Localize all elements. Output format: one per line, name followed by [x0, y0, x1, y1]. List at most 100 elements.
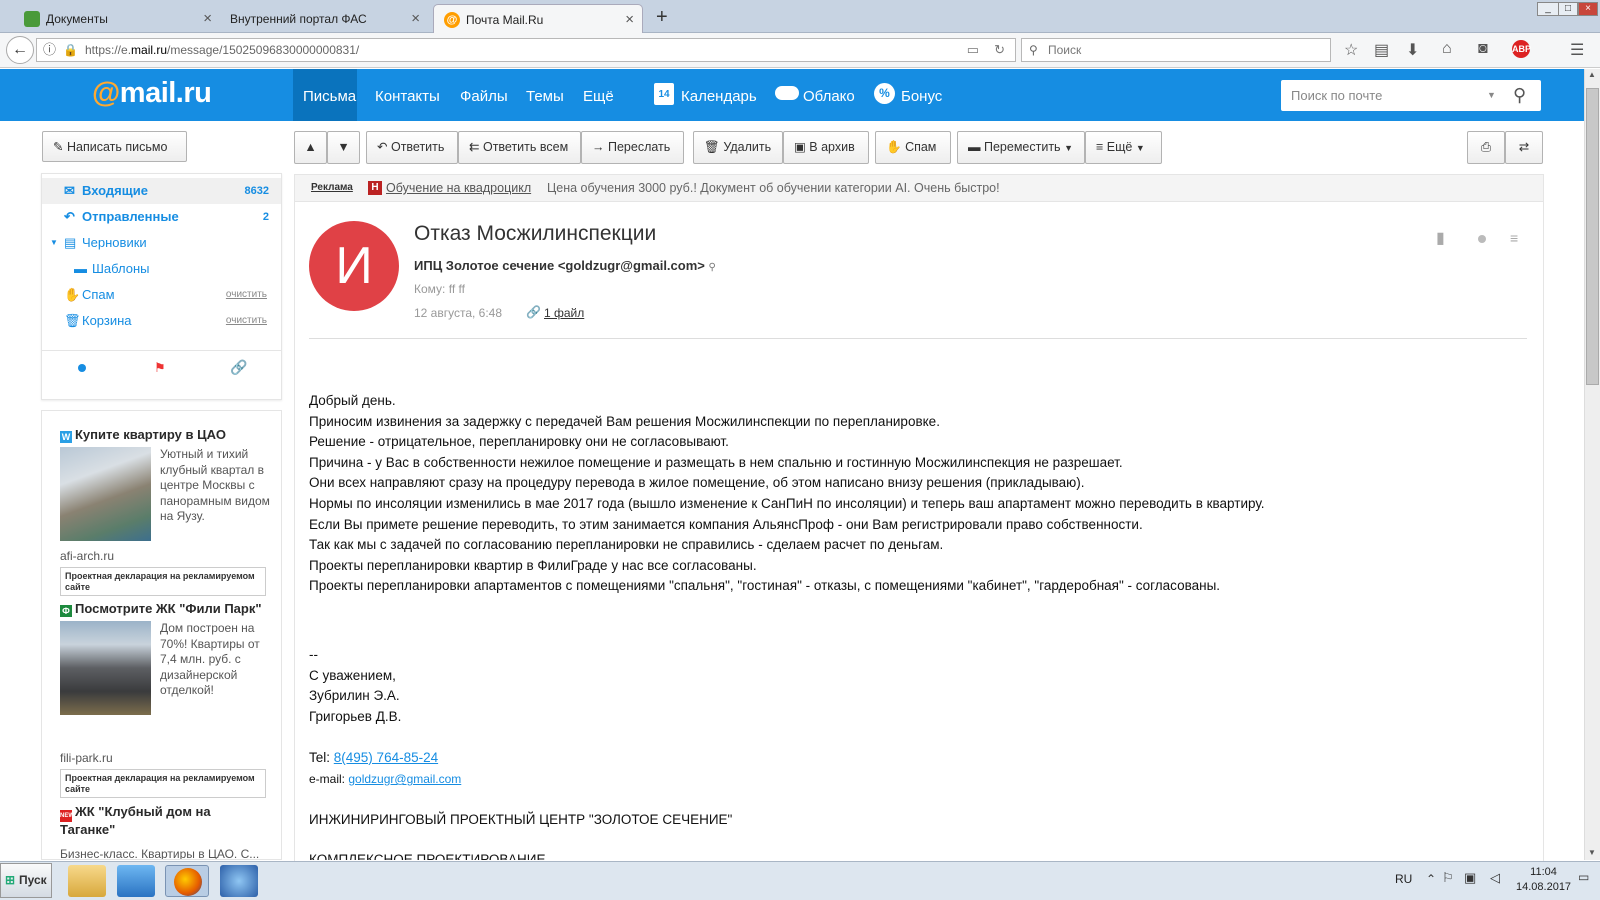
ad-image[interactable]	[60, 621, 151, 715]
ad-title[interactable]: W Купите квартиру в ЦАО	[60, 427, 226, 443]
pocket-icon[interactable]: ◙	[1478, 40, 1488, 58]
delete-button[interactable]: 🗑 Удалить	[693, 131, 783, 164]
tab-fas-portal[interactable]: Внутренний портал ФАС ×	[222, 4, 428, 33]
nav-more[interactable]: Ещё	[583, 88, 614, 105]
nav-calendar[interactable]: Календарь	[681, 88, 757, 105]
prev-message-button[interactable]: ▲	[294, 131, 327, 164]
archive-button[interactable]: ▣ В архив	[783, 131, 869, 164]
minimize-button[interactable]: _	[1537, 2, 1559, 16]
translate-button[interactable]: ⇄	[1505, 131, 1543, 164]
print-button[interactable]: ⎙	[1467, 131, 1505, 164]
folder-spam[interactable]: ✋ Спам очистить	[42, 282, 281, 308]
attachment-filter-icon[interactable]: 🔗	[230, 359, 247, 376]
flag-icon[interactable]: ⚐	[1442, 870, 1454, 886]
adblock-icon[interactable]: ABP	[1512, 40, 1531, 58]
attachment-link[interactable]: 1 файл	[544, 306, 584, 320]
maximize-button[interactable]: □	[1558, 2, 1578, 16]
close-tab-icon[interactable]: ×	[411, 10, 420, 27]
message-menu-icon[interactable]: ≡	[1510, 230, 1518, 246]
close-tab-icon[interactable]: ×	[625, 11, 634, 28]
folder-icon: ▬	[968, 140, 981, 154]
search-icon[interactable]: ⚲	[1513, 80, 1526, 111]
media-player-icon[interactable]	[117, 865, 155, 897]
folder-inbox[interactable]: ✉ Входящие 8632	[42, 178, 281, 204]
next-message-button[interactable]: ▼	[327, 131, 360, 164]
nav-letters[interactable]: Письма	[303, 88, 356, 105]
promo-link[interactable]: Обучение на квадроцикл	[386, 175, 531, 201]
nav-themes[interactable]: Темы	[526, 88, 564, 105]
unread-filter-icon[interactable]	[78, 364, 86, 372]
mail-search-input[interactable]: Поиск по почте ▼ ⚲	[1281, 80, 1541, 111]
clear-spam-link[interactable]: очистить	[226, 282, 267, 308]
email-link[interactable]: goldzugr@gmail.com	[348, 772, 461, 786]
tab-mail[interactable]: @ Почта Mail.Ru ×	[433, 4, 643, 33]
nav-contacts[interactable]: Контакты	[375, 88, 440, 105]
thunderbird-icon[interactable]	[220, 865, 258, 897]
library-icon[interactable]: ▤	[1374, 40, 1389, 60]
reload-icon[interactable]: ↻	[994, 39, 1005, 61]
mailru-logo[interactable]: @mail.ru	[92, 77, 212, 110]
close-tab-icon[interactable]: ×	[203, 10, 212, 27]
chevron-up-icon[interactable]: ⌃	[1426, 872, 1436, 886]
tab-documents[interactable]: Документы ×	[14, 4, 220, 33]
folder-sent[interactable]: ↶ Отправленные 2	[42, 204, 281, 230]
ad-image[interactable]	[60, 447, 151, 541]
system-clock[interactable]: 11:04 14.08.2017	[1516, 865, 1571, 895]
nav-files[interactable]: Файлы	[460, 88, 508, 105]
message-subject: Отказ Мосжилинспекции	[414, 222, 657, 245]
message-body: Добрый день. Приносим извинения за задер…	[309, 393, 1265, 594]
clear-trash-link[interactable]: очистить	[226, 308, 267, 334]
start-button[interactable]: ⊞ Пуск	[0, 863, 52, 898]
language-indicator[interactable]: RU	[1395, 872, 1412, 886]
printer-icon: ⎙	[1480, 140, 1491, 154]
show-desktop-icon[interactable]: ▭	[1578, 870, 1589, 884]
back-button[interactable]: ←	[6, 36, 34, 64]
nav-bonus[interactable]: Бонус	[901, 88, 942, 105]
spam-button[interactable]: ✋ Спам	[875, 131, 951, 164]
chevron-down-icon: ▼	[1135, 143, 1145, 153]
arrow-up-icon: ▲	[304, 140, 317, 154]
browser-search-input[interactable]: ⚲ Поиск	[1021, 38, 1331, 62]
search-sender-icon[interactable]: ⚲	[709, 262, 716, 273]
ad-site[interactable]: fili-park.ru	[60, 751, 113, 765]
ad-site[interactable]: afi-arch.ru	[60, 549, 114, 563]
bookmark-star-icon[interactable]: ☆	[1344, 40, 1358, 60]
scroll-down-icon[interactable]: ▼	[1588, 848, 1596, 857]
forward-button[interactable]: → Переслать	[581, 131, 684, 164]
folder-drafts[interactable]: ▼ ▤ Черновики	[42, 230, 281, 256]
message-sender[interactable]: ИПЦ Золотое сечение <goldzugr@gmail.com>…	[414, 258, 716, 273]
compose-button[interactable]: ✎ Написать письмо	[42, 131, 187, 162]
reader-view-icon[interactable]: ▭	[967, 39, 979, 61]
flag-filter-icon[interactable]: ⚑	[154, 360, 166, 376]
scroll-up-icon[interactable]: ▲	[1588, 70, 1596, 79]
menu-icon[interactable]: ☰	[1570, 40, 1584, 60]
new-tab-button[interactable]: +	[656, 6, 668, 29]
folder-icon: ▬	[74, 261, 87, 276]
chevron-down-icon[interactable]: ▼	[50, 230, 58, 256]
read-status-icon[interactable]	[1478, 235, 1486, 243]
more-button[interactable]: ≡ Ещё ▼	[1085, 131, 1162, 164]
folder-trash[interactable]: 🗑 Корзина очистить	[42, 308, 281, 334]
chevron-down-icon[interactable]: ▼	[1487, 80, 1496, 111]
url-bar[interactable]: ⓘ 🔒 https://e.mail.ru/message/1502509683…	[36, 38, 1016, 62]
close-window-button[interactable]: ×	[1578, 2, 1598, 16]
home-icon[interactable]: ⌂	[1442, 40, 1452, 58]
archive-icon: ▣	[794, 140, 806, 154]
reply-button[interactable]: ↶ Ответить	[366, 131, 458, 164]
phone-link[interactable]: 8(495) 764-85-24	[334, 750, 438, 765]
download-icon[interactable]: ⬇	[1406, 40, 1419, 60]
footer-partial: КОМПЛЕКСНОЕ ПРОЕКТИРОВАНИЕ	[309, 852, 546, 860]
network-icon[interactable]: ▣	[1464, 870, 1476, 886]
reply-all-button[interactable]: ⇇ Ответить всем	[458, 131, 581, 164]
firefox-icon[interactable]	[165, 865, 209, 897]
ad-title[interactable]: NEWЖК "Клубный дом на Таганке"	[60, 804, 250, 838]
explorer-icon[interactable]	[68, 865, 106, 897]
volume-icon[interactable]: ◁	[1490, 870, 1500, 886]
move-button[interactable]: ▬ Переместить ▼	[957, 131, 1085, 164]
folder-templates[interactable]: ▬ Шаблоны	[42, 256, 281, 282]
bookmark-icon[interactable]: ▮	[1436, 228, 1445, 248]
info-icon[interactable]: ⓘ	[43, 39, 56, 61]
nav-cloud[interactable]: Облако	[803, 88, 855, 105]
ad-title[interactable]: Ф Посмотрите ЖК "Фили Парк"	[60, 601, 262, 617]
scrollbar-thumb[interactable]	[1586, 88, 1599, 385]
